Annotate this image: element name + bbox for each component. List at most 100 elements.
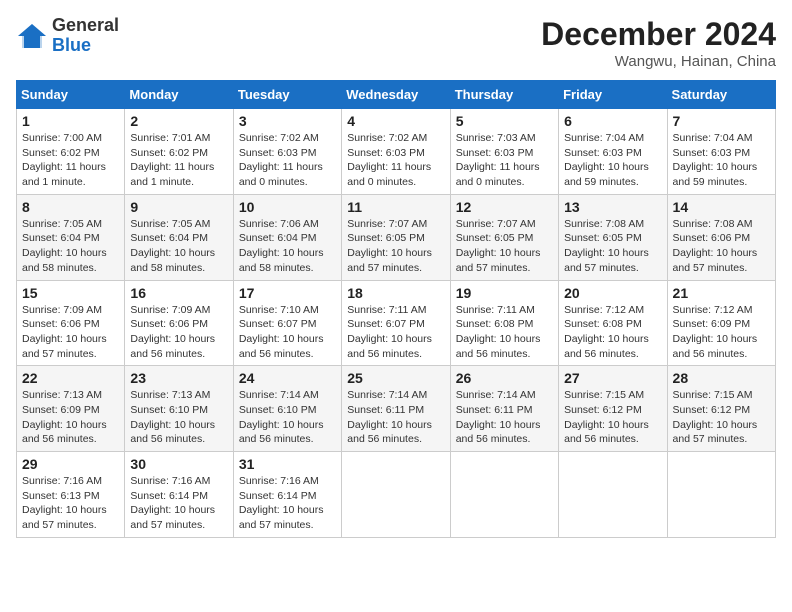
day-number: 7 (673, 113, 770, 129)
weekday-header-tuesday: Tuesday (233, 81, 341, 109)
day-number: 13 (564, 199, 661, 215)
calendar-week-3: 15 Sunrise: 7:09 AM Sunset: 6:06 PM Dayli… (17, 280, 776, 366)
day-number: 6 (564, 113, 661, 129)
day-info: Sunrise: 7:10 AM Sunset: 6:07 PM Dayligh… (239, 303, 336, 362)
day-info: Sunrise: 7:15 AM Sunset: 6:12 PM Dayligh… (673, 388, 770, 447)
day-info: Sunrise: 7:04 AM Sunset: 6:03 PM Dayligh… (673, 131, 770, 190)
calendar-day-4: 4 Sunrise: 7:02 AM Sunset: 6:03 PM Daylig… (342, 109, 450, 195)
day-number: 25 (347, 370, 444, 386)
calendar-day-7: 7 Sunrise: 7:04 AM Sunset: 6:03 PM Daylig… (667, 109, 775, 195)
day-number: 9 (130, 199, 227, 215)
calendar-day-8: 8Sunrise: 7:05 AM Sunset: 6:04 PM Daylig… (17, 194, 125, 280)
day-number: 17 (239, 285, 336, 301)
logo-icon (16, 22, 48, 50)
day-number: 15 (22, 285, 119, 301)
calendar-day-21: 21 Sunrise: 7:12 AM Sunset: 6:09 PM Dayli… (667, 280, 775, 366)
calendar-day-29: 29 Sunrise: 7:16 AM Sunset: 6:13 PM Dayli… (17, 452, 125, 538)
calendar-day-30: 30 Sunrise: 7:16 AM Sunset: 6:14 PM Dayli… (125, 452, 233, 538)
calendar-day-22: 22 Sunrise: 7:13 AM Sunset: 6:09 PM Dayli… (17, 366, 125, 452)
day-number: 29 (22, 456, 119, 472)
day-info: Sunrise: 7:09 AM Sunset: 6:06 PM Dayligh… (22, 303, 119, 362)
day-info: Sunrise: 7:02 AM Sunset: 6:03 PM Dayligh… (239, 131, 336, 190)
day-number: 27 (564, 370, 661, 386)
calendar-day-5: 5Sunrise: 7:03 AM Sunset: 6:03 PM Daylig… (450, 109, 558, 195)
calendar-day-15: 15 Sunrise: 7:09 AM Sunset: 6:06 PM Dayli… (17, 280, 125, 366)
calendar-week-5: 29 Sunrise: 7:16 AM Sunset: 6:13 PM Dayli… (17, 452, 776, 538)
day-info: Sunrise: 7:04 AM Sunset: 6:03 PM Dayligh… (564, 131, 661, 190)
weekday-header-thursday: Thursday (450, 81, 558, 109)
calendar-week-1: 1Sunrise: 7:00 AM Sunset: 6:02 PM Daylig… (17, 109, 776, 195)
calendar-day-3: 3Sunrise: 7:02 AM Sunset: 6:03 PM Daylig… (233, 109, 341, 195)
empty-cell (342, 452, 450, 538)
day-info: Sunrise: 7:13 AM Sunset: 6:09 PM Dayligh… (22, 388, 119, 447)
day-number: 23 (130, 370, 227, 386)
calendar-day-2: 2 Sunrise: 7:01 AM Sunset: 6:02 PM Daylig… (125, 109, 233, 195)
day-number: 16 (130, 285, 227, 301)
calendar-day-16: 16Sunrise: 7:09 AM Sunset: 6:06 PM Dayli… (125, 280, 233, 366)
calendar-day-14: 14 Sunrise: 7:08 AM Sunset: 6:06 PM Dayli… (667, 194, 775, 280)
day-info: Sunrise: 7:11 AM Sunset: 6:07 PM Dayligh… (347, 303, 444, 362)
day-info: Sunrise: 7:07 AM Sunset: 6:05 PM Dayligh… (347, 217, 444, 276)
calendar-day-25: 25 Sunrise: 7:14 AM Sunset: 6:11 PM Dayli… (342, 366, 450, 452)
weekday-header-monday: Monday (125, 81, 233, 109)
empty-cell (450, 452, 558, 538)
day-info: Sunrise: 7:15 AM Sunset: 6:12 PM Dayligh… (564, 388, 661, 447)
calendar-day-10: 10 Sunrise: 7:06 AM Sunset: 6:04 PM Dayli… (233, 194, 341, 280)
day-number: 24 (239, 370, 336, 386)
calendar-day-18: 18 Sunrise: 7:11 AM Sunset: 6:07 PM Dayli… (342, 280, 450, 366)
calendar-day-13: 13 Sunrise: 7:08 AM Sunset: 6:05 PM Dayli… (559, 194, 667, 280)
calendar-day-26: 26 Sunrise: 7:14 AM Sunset: 6:11 PM Dayli… (450, 366, 558, 452)
calendar-day-24: 24 Sunrise: 7:14 AM Sunset: 6:10 PM Dayli… (233, 366, 341, 452)
logo: General Blue (16, 16, 119, 56)
day-number: 1 (22, 113, 119, 129)
weekday-header-saturday: Saturday (667, 81, 775, 109)
day-info: Sunrise: 7:13 AM Sunset: 6:10 PM Dayligh… (130, 388, 227, 447)
calendar-day-12: 12Sunrise: 7:07 AM Sunset: 6:05 PM Dayli… (450, 194, 558, 280)
day-info: Sunrise: 7:02 AM Sunset: 6:03 PM Dayligh… (347, 131, 444, 190)
day-info: Sunrise: 7:08 AM Sunset: 6:06 PM Dayligh… (673, 217, 770, 276)
calendar-day-23: 23 Sunrise: 7:13 AM Sunset: 6:10 PM Dayli… (125, 366, 233, 452)
day-number: 11 (347, 199, 444, 215)
calendar-day-31: 31Sunrise: 7:16 AM Sunset: 6:14 PM Dayli… (233, 452, 341, 538)
calendar-day-9: 9 Sunrise: 7:05 AM Sunset: 6:04 PM Daylig… (125, 194, 233, 280)
calendar-day-11: 11 Sunrise: 7:07 AM Sunset: 6:05 PM Dayli… (342, 194, 450, 280)
day-info: Sunrise: 7:06 AM Sunset: 6:04 PM Dayligh… (239, 217, 336, 276)
day-number: 10 (239, 199, 336, 215)
day-info: Sunrise: 7:08 AM Sunset: 6:05 PM Dayligh… (564, 217, 661, 276)
weekday-header-row: SundayMondayTuesdayWednesdayThursdayFrid… (17, 81, 776, 109)
calendar-day-20: 20Sunrise: 7:12 AM Sunset: 6:08 PM Dayli… (559, 280, 667, 366)
day-info: Sunrise: 7:16 AM Sunset: 6:14 PM Dayligh… (130, 474, 227, 533)
weekday-header-sunday: Sunday (17, 81, 125, 109)
day-info: Sunrise: 7:03 AM Sunset: 6:03 PM Dayligh… (456, 131, 553, 190)
day-info: Sunrise: 7:01 AM Sunset: 6:02 PM Dayligh… (130, 131, 227, 190)
calendar-table: SundayMondayTuesdayWednesdayThursdayFrid… (16, 80, 776, 538)
empty-cell (667, 452, 775, 538)
day-number: 21 (673, 285, 770, 301)
location: Wangwu, Hainan, China (541, 53, 776, 70)
day-info: Sunrise: 7:14 AM Sunset: 6:10 PM Dayligh… (239, 388, 336, 447)
day-number: 30 (130, 456, 227, 472)
title-block: December 2024 Wangwu, Hainan, China (541, 16, 776, 70)
weekday-header-wednesday: Wednesday (342, 81, 450, 109)
logo-text: General Blue (52, 16, 119, 56)
calendar-day-1: 1Sunrise: 7:00 AM Sunset: 6:02 PM Daylig… (17, 109, 125, 195)
day-info: Sunrise: 7:14 AM Sunset: 6:11 PM Dayligh… (456, 388, 553, 447)
day-number: 8 (22, 199, 119, 215)
day-number: 2 (130, 113, 227, 129)
day-number: 26 (456, 370, 553, 386)
day-info: Sunrise: 7:16 AM Sunset: 6:13 PM Dayligh… (22, 474, 119, 533)
day-info: Sunrise: 7:14 AM Sunset: 6:11 PM Dayligh… (347, 388, 444, 447)
day-number: 31 (239, 456, 336, 472)
calendar-day-19: 19Sunrise: 7:11 AM Sunset: 6:08 PM Dayli… (450, 280, 558, 366)
calendar-day-27: 27 Sunrise: 7:15 AM Sunset: 6:12 PM Dayli… (559, 366, 667, 452)
calendar-week-4: 22 Sunrise: 7:13 AM Sunset: 6:09 PM Dayli… (17, 366, 776, 452)
day-number: 22 (22, 370, 119, 386)
day-number: 4 (347, 113, 444, 129)
day-info: Sunrise: 7:05 AM Sunset: 6:04 PM Dayligh… (130, 217, 227, 276)
day-number: 18 (347, 285, 444, 301)
day-number: 14 (673, 199, 770, 215)
day-info: Sunrise: 7:11 AM Sunset: 6:08 PM Dayligh… (456, 303, 553, 362)
day-info: Sunrise: 7:12 AM Sunset: 6:09 PM Dayligh… (673, 303, 770, 362)
calendar-day-17: 17 Sunrise: 7:10 AM Sunset: 6:07 PM Dayli… (233, 280, 341, 366)
month-title: December 2024 (541, 16, 776, 53)
